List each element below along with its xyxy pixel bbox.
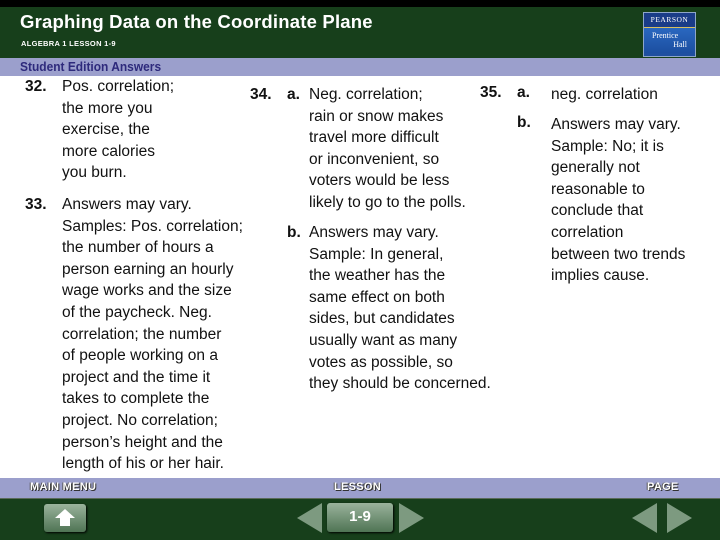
answer-line: Pos. correlation; bbox=[62, 78, 174, 95]
lesson-number-button[interactable]: 1-9 bbox=[327, 503, 393, 532]
answer-line: voters would be less bbox=[309, 172, 450, 190]
answer-line: more calories bbox=[62, 142, 156, 160]
lesson-next-button[interactable] bbox=[399, 503, 424, 533]
answer-line: you burn. bbox=[62, 164, 127, 182]
answer-line: person earning an hourly bbox=[62, 260, 234, 278]
answer-line: rain or snow makes bbox=[309, 107, 444, 125]
answer-line: votes as possible, so bbox=[309, 353, 453, 371]
page-label: PAGE bbox=[647, 481, 679, 493]
answer-line: Answers may vary. bbox=[62, 196, 192, 213]
answer-line: Sample: No; it is bbox=[551, 137, 664, 155]
answer-line: correlation bbox=[551, 223, 624, 241]
answer-text-a: neg. correlation bbox=[551, 84, 658, 106]
answer-number: 34. bbox=[250, 86, 272, 103]
logo-line2: Hall bbox=[673, 40, 687, 49]
answer-number: 35. bbox=[480, 84, 502, 101]
answer-text-b: Answers may vary. Sample: In general, the … bbox=[309, 222, 491, 395]
section-label: Student Edition Answers bbox=[20, 59, 162, 74]
answer-line: of the paycheck. Neg. bbox=[62, 303, 212, 321]
logo-prentice-hall: Prentice Hall bbox=[644, 28, 695, 53]
answer-number: 33. bbox=[25, 196, 47, 213]
answer-part-a: a. bbox=[517, 84, 530, 101]
home-icon bbox=[55, 509, 75, 526]
lesson-subtitle: ALGEBRA 1 LESSON 1-9 bbox=[21, 39, 116, 48]
answer-line: conclude that bbox=[551, 202, 644, 220]
answer-line: implies cause. bbox=[551, 267, 650, 285]
answer-line: usually want as many bbox=[309, 331, 458, 349]
answer-text-a: Neg. correlation; rain or snow makes trave… bbox=[309, 84, 466, 214]
answer-line: Samples: Pos. correlation; bbox=[62, 217, 243, 235]
answer-line: neg. correlation bbox=[551, 86, 658, 103]
answer-line: exercise, the bbox=[62, 121, 150, 139]
lesson-number: 1-9 bbox=[349, 508, 371, 525]
section-band: Student Edition Answers bbox=[0, 58, 720, 76]
answer-line: Sample: In general, bbox=[309, 245, 444, 263]
answer-line: same effect on both bbox=[309, 288, 445, 306]
footer-nav: 1-9 bbox=[0, 499, 720, 540]
answer-line: Answers may vary. bbox=[551, 116, 681, 133]
header: Graphing Data on the Coordinate Plane AL… bbox=[0, 7, 720, 58]
answer-line: of people working on a bbox=[62, 347, 218, 365]
answer-line: length of his or her hair. bbox=[62, 455, 224, 473]
answer-number: 32. bbox=[25, 78, 47, 95]
answer-line: between two trends bbox=[551, 245, 686, 263]
answer-line: likely to go to the polls. bbox=[309, 193, 466, 211]
answer-part-b: b. bbox=[517, 114, 531, 131]
answer-line: they should be concerned. bbox=[309, 375, 491, 393]
answer-line: wage works and the size bbox=[62, 282, 232, 300]
answer-line: the more you bbox=[62, 99, 153, 117]
lesson-label: LESSON bbox=[334, 481, 382, 493]
answer-line: generally not bbox=[551, 159, 640, 177]
footer-label-band: MAIN MENU LESSON PAGE bbox=[0, 478, 720, 499]
answers-content: 32. Pos. correlation; the more you exercis… bbox=[0, 76, 720, 478]
answer-line: Neg. correlation; bbox=[309, 86, 423, 103]
answer-part-a: a. bbox=[287, 86, 300, 103]
answer-text-b: Answers may vary. Sample: No; it is genera… bbox=[551, 114, 685, 287]
answer-line: project. No correlation; bbox=[62, 411, 218, 429]
answer-line: the weather has the bbox=[309, 267, 446, 285]
logo-line1: Prentice bbox=[652, 31, 679, 40]
top-border bbox=[0, 0, 720, 7]
answer-line: sides, but candidates bbox=[309, 310, 455, 328]
answer-line: Answers may vary. bbox=[309, 224, 439, 241]
logo-pearson-text: PEARSON bbox=[644, 13, 695, 28]
page-prev-button[interactable] bbox=[632, 503, 657, 533]
answer-line: takes to complete the bbox=[62, 390, 210, 408]
main-menu-label: MAIN MENU bbox=[30, 481, 97, 493]
answer-line: reasonable to bbox=[551, 180, 645, 198]
answer-line: or inconvenient, so bbox=[309, 150, 440, 168]
page-title: Graphing Data on the Coordinate Plane bbox=[20, 11, 373, 32]
answer-line: project and the time it bbox=[62, 368, 211, 386]
answer-line: correlation; the number bbox=[62, 325, 222, 343]
answer-text: Pos. correlation; the more you exercise, t… bbox=[62, 76, 174, 184]
main-menu-button[interactable] bbox=[44, 504, 86, 532]
answer-line: the number of hours a bbox=[62, 239, 214, 257]
answer-line: travel more difficult bbox=[309, 129, 439, 147]
answer-text: Answers may vary. Samples: Pos. correlati… bbox=[62, 194, 243, 475]
answer-line: person’s height and the bbox=[62, 433, 223, 451]
lesson-prev-button[interactable] bbox=[297, 503, 322, 533]
answer-part-b: b. bbox=[287, 224, 301, 241]
pearson-logo: PEARSON Prentice Hall bbox=[643, 12, 696, 57]
page-next-button[interactable] bbox=[667, 503, 692, 533]
